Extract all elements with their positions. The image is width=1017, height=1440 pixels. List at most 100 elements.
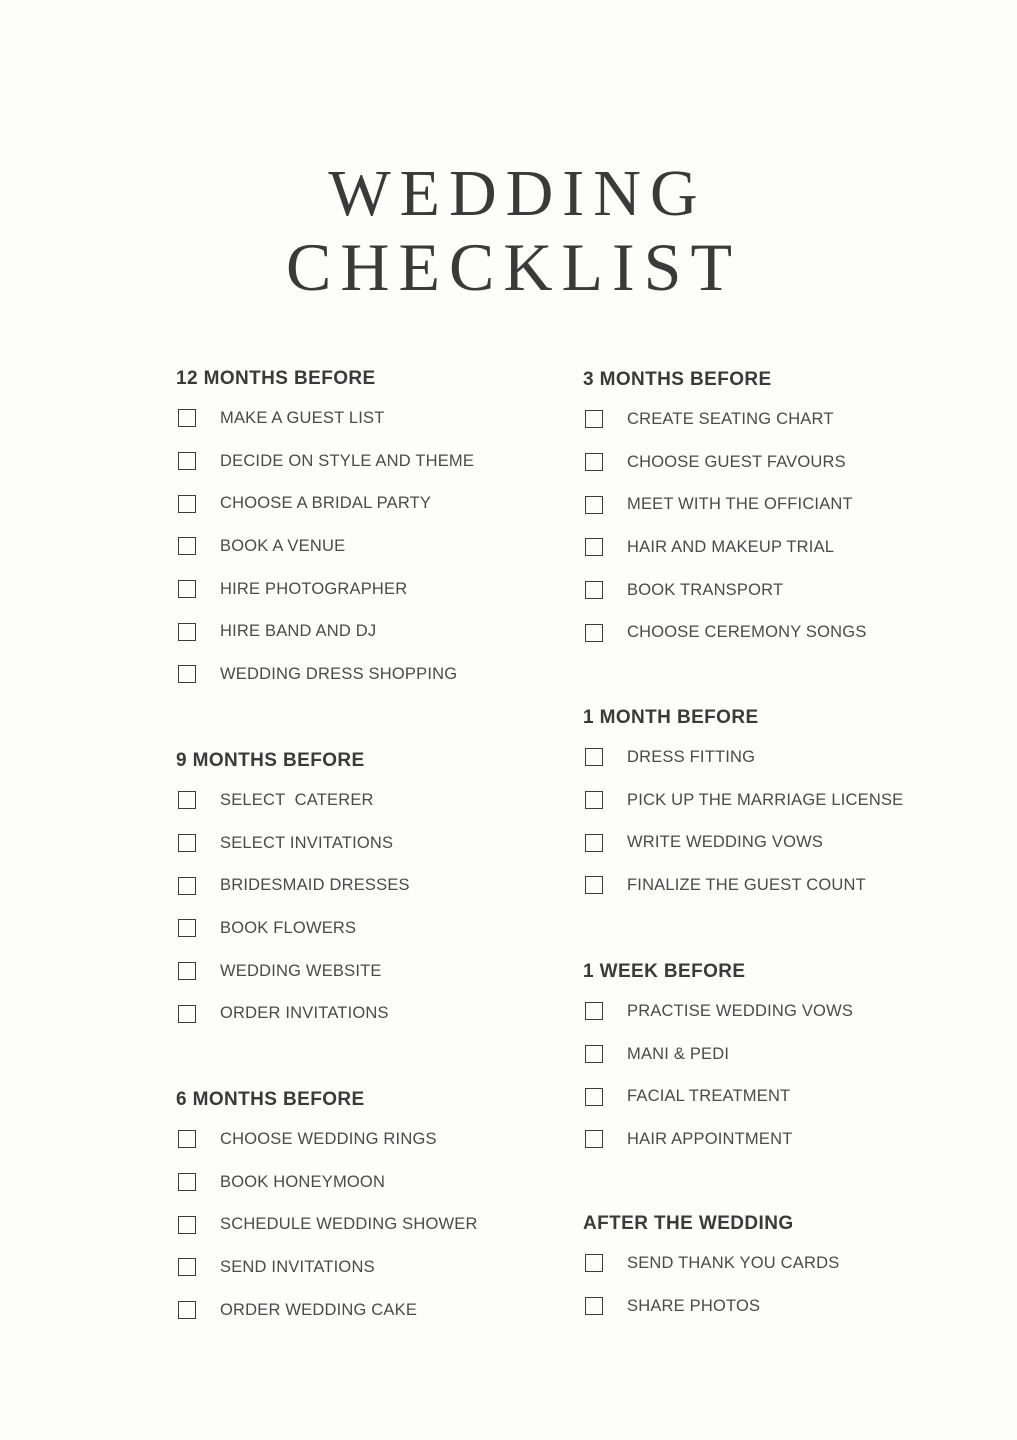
checklist-item[interactable]: MAKE A GUEST LIST [176, 397, 474, 440]
checklist-item[interactable]: SEND THANK YOU CARDS [583, 1242, 839, 1285]
checklist-item[interactable]: PICK UP THE MARRIAGE LICENSE [583, 779, 903, 822]
checkbox[interactable] [178, 876, 196, 895]
checklist-item[interactable]: CHOOSE A BRIDAL PARTY [176, 482, 474, 525]
checklist-item[interactable]: CHOOSE GUEST FAVOURS [583, 441, 867, 484]
checklist-item[interactable]: CHOOSE CEREMONY SONGS [583, 611, 867, 654]
checkbox[interactable] [178, 834, 196, 853]
checkbox[interactable] [178, 791, 196, 810]
checkbox[interactable] [585, 1130, 603, 1149]
section-heading: AFTER THE WEDDING [583, 1213, 794, 1234]
checklist-items: MAKE A GUEST LIST DECIDE ON STYLE AND THE… [176, 397, 474, 696]
checkbox[interactable] [585, 623, 603, 642]
checklist-item[interactable]: MEET WITH THE OFFICIANT [583, 483, 867, 526]
checklist-section: 3 MONTHS BEFORE CREATE SEATING CHART CHOOS… [583, 368, 867, 654]
checklist-item-label: ORDER INVITATIONS [220, 1004, 389, 1023]
checkbox[interactable] [178, 919, 196, 938]
checklist-item[interactable]: FACIAL TREATMENT [583, 1075, 853, 1118]
section-heading: 9 MONTHS BEFORE [176, 750, 365, 771]
checkbox[interactable] [585, 1002, 603, 1021]
checklist-item[interactable]: FINALIZE THE GUEST COUNT [583, 864, 903, 907]
checklist-item[interactable]: SELECT INVITATIONS [176, 822, 410, 865]
checklist-item-label: MEET WITH THE OFFICIANT [627, 495, 853, 514]
checklist-item[interactable]: PRACTISE WEDDING VOWS [583, 990, 853, 1033]
section-heading: 3 MONTHS BEFORE [583, 369, 772, 390]
checkbox[interactable] [178, 1258, 196, 1277]
checklist-item-label: MANI & PEDI [627, 1044, 730, 1063]
checklist-item[interactable]: DRESS FITTING [583, 736, 903, 779]
checkbox[interactable] [178, 494, 196, 513]
checklist-item[interactable]: DECIDE ON STYLE AND THEME [176, 440, 474, 483]
checkbox[interactable] [585, 791, 603, 810]
checklist-item[interactable]: CREATE SEATING CHART [583, 398, 867, 441]
section-heading: 6 MONTHS BEFORE [176, 1089, 365, 1110]
checkbox[interactable] [585, 1087, 603, 1106]
title-line-2: CHECKLIST [286, 229, 741, 306]
checklist-item-label: CHOOSE CEREMONY SONGS [627, 623, 867, 642]
section-heading: 1 MONTH BEFORE [583, 707, 759, 728]
checkbox[interactable] [178, 580, 196, 599]
checklist-items: CREATE SEATING CHART CHOOSE GUEST FAVOURS… [583, 398, 867, 654]
checkbox[interactable] [178, 537, 196, 556]
checklist-item[interactable]: BOOK FLOWERS [176, 907, 410, 950]
checklist-item-label: ORDER WEDDING CAKE [220, 1300, 418, 1319]
checklist-item-label: PRACTISE WEDDING VOWS [627, 1001, 854, 1020]
checkbox[interactable] [585, 495, 603, 514]
checklist-item[interactable]: SELECT CATERER [176, 779, 410, 822]
checklist-item[interactable]: BOOK TRANSPORT [583, 569, 867, 612]
page-title: WEDDING CHECKLIST [0, 157, 1017, 306]
checklist-section: 9 MONTHS BEFORE SELECT CATERER SELECT INVI… [176, 749, 410, 1035]
checkbox[interactable] [178, 665, 196, 684]
checklist-item[interactable]: SCHEDULE WEDDING SHOWER [176, 1203, 478, 1246]
checklist-item-label: MAKE A GUEST LIST [220, 408, 385, 427]
checkbox[interactable] [585, 1045, 603, 1064]
checkbox[interactable] [178, 452, 196, 471]
checklist-item[interactable]: MANI & PEDI [583, 1033, 853, 1076]
checklist-item[interactable]: WEDDING DRESS SHOPPING [176, 653, 474, 696]
checkbox[interactable] [585, 410, 603, 429]
checklist-item-label: CREATE SEATING CHART [627, 409, 834, 428]
checkbox[interactable] [178, 409, 196, 428]
title-line-1: WEDDING [328, 157, 707, 231]
checkbox[interactable] [178, 1004, 196, 1023]
checklist-item[interactable]: HIRE PHOTOGRAPHER [176, 568, 474, 611]
checkbox[interactable] [178, 1215, 196, 1234]
checklist-item-label: SEND INVITATIONS [220, 1257, 375, 1276]
checklist-item[interactable]: ORDER WEDDING CAKE [176, 1289, 478, 1332]
checkbox[interactable] [178, 622, 196, 641]
checklist-item[interactable]: WRITE WEDDING VOWS [583, 821, 903, 864]
checkbox[interactable] [585, 748, 603, 767]
checkbox[interactable] [178, 1173, 196, 1192]
checkbox[interactable] [585, 538, 603, 557]
checkbox[interactable] [178, 962, 196, 981]
checklist-item[interactable]: BOOK A VENUE [176, 525, 474, 568]
checklist-item[interactable]: SHARE PHOTOS [583, 1285, 839, 1328]
checklist-item[interactable]: CHOOSE WEDDING RINGS [176, 1118, 478, 1161]
checklist-item[interactable]: ORDER INVITATIONS [176, 992, 410, 1035]
checkbox[interactable] [585, 1297, 603, 1316]
checklist-item-label: BOOK TRANSPORT [627, 580, 784, 599]
checklist-item[interactable]: HIRE BAND AND DJ [176, 610, 474, 653]
checklist-item[interactable]: WEDDING WEBSITE [176, 950, 410, 993]
checkbox[interactable] [178, 1301, 196, 1320]
checklist-item-label: CHOOSE WEDDING RINGS [220, 1129, 437, 1148]
checklist-item[interactable]: SEND INVITATIONS [176, 1246, 478, 1289]
checklist-item[interactable]: HAIR APPOINTMENT [583, 1118, 853, 1161]
checklist-item-label: HAIR AND MAKEUP TRIAL [627, 537, 835, 556]
checkbox[interactable] [585, 876, 603, 895]
checklist-items: SELECT CATERER SELECT INVITATIONS BRIDESMA… [176, 779, 410, 1035]
checklist-item-label: BOOK A VENUE [220, 536, 346, 555]
checklist-item[interactable]: BRIDESMAID DRESSES [176, 864, 410, 907]
checklist-item-label: SEND THANK YOU CARDS [627, 1253, 840, 1272]
checkbox[interactable] [585, 453, 603, 472]
checkbox[interactable] [585, 833, 603, 852]
checkbox[interactable] [585, 1254, 603, 1273]
checklist-item-label: BRIDESMAID DRESSES [220, 876, 410, 895]
checkbox[interactable] [178, 1130, 196, 1149]
section-heading: 1 WEEK BEFORE [583, 961, 746, 982]
checklist-item-label: HIRE PHOTOGRAPHER [220, 579, 408, 598]
checkbox[interactable] [585, 581, 603, 600]
checklist-item-label: DRESS FITTING [627, 747, 756, 766]
checklist-section: 1 MONTH BEFORE DRESS FITTING PICK UP THE M… [583, 706, 903, 907]
checklist-item[interactable]: HAIR AND MAKEUP TRIAL [583, 526, 867, 569]
checklist-item[interactable]: BOOK HONEYMOON [176, 1161, 478, 1204]
